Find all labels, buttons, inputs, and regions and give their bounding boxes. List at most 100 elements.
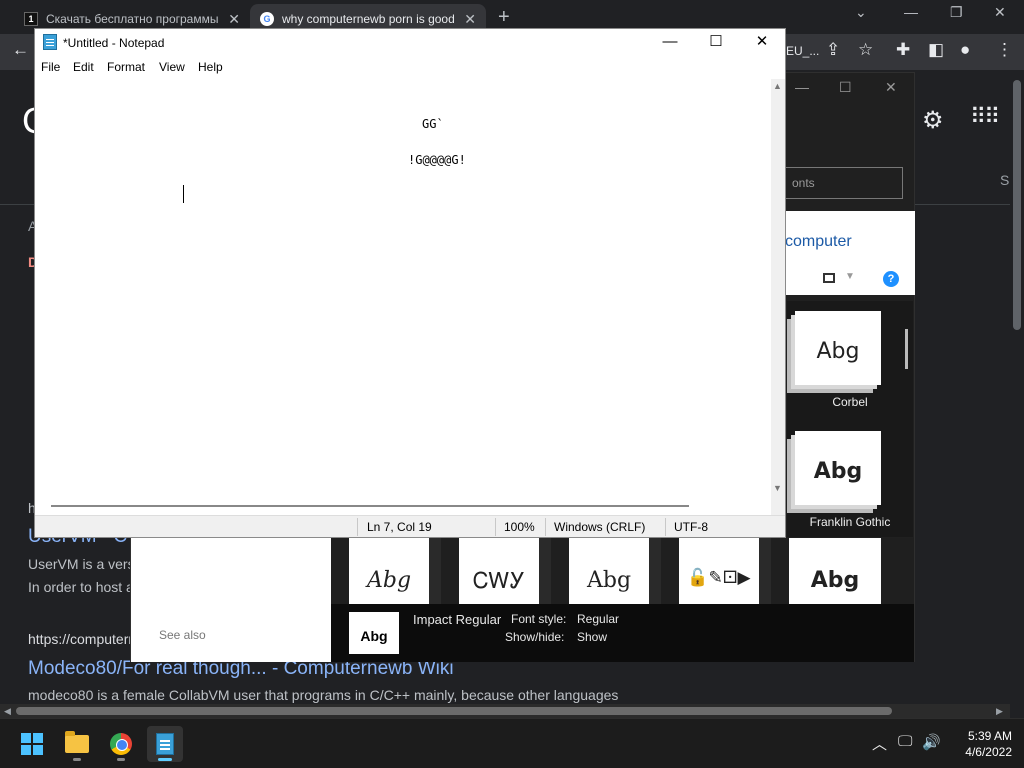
share-icon[interactable]: ⇪ [826, 40, 840, 60]
fonts-maximize-button[interactable]: ☐ [839, 79, 852, 96]
font-name: Impact Regular [413, 612, 502, 627]
notepad-taskbar-button[interactable] [147, 726, 183, 762]
font-tile-label: Corbel [832, 395, 868, 409]
view-options-icon[interactable] [823, 273, 835, 283]
vertical-scrollbar[interactable]: ▲ ▼ [771, 79, 785, 497]
font-tile-preview[interactable]: Abg [795, 311, 881, 385]
google-apps-icon[interactable]: ⠿⠿ [970, 104, 1000, 130]
font-tile-preview[interactable]: Abg [349, 538, 441, 604]
page-vertical-scrollbar[interactable] [1010, 70, 1024, 704]
font-tile-preview[interactable]: ᏟᎳᎩ [459, 538, 551, 604]
fonts-scrollbar-thumb[interactable] [905, 329, 908, 369]
menu-edit[interactable]: Edit [73, 60, 94, 74]
font-tile-preview[interactable]: 🔓✎⚀▶ [679, 538, 771, 604]
scroll-left-arrow-icon[interactable]: ◀ [4, 706, 11, 717]
text-line: GG` [422, 117, 444, 131]
scroll-right-arrow-icon[interactable]: ▶ [996, 706, 1003, 717]
chrome-taskbar-button[interactable] [103, 726, 139, 762]
result-snippet: UserVM is a vers [28, 556, 135, 572]
chrome-icon [110, 733, 132, 755]
menu-help[interactable]: Help [198, 60, 223, 74]
status-encoding: UTF-8 [674, 520, 708, 534]
settings-gear-icon[interactable]: ⚙ [922, 106, 944, 135]
system-clock[interactable]: 5:39 AM 4/6/2022 [948, 728, 1012, 760]
font-tile-preview[interactable]: Abg [789, 538, 881, 604]
window-title: *Untitled - Notepad [63, 36, 165, 50]
start-button[interactable] [14, 726, 50, 762]
menu-bar: File Edit Format View Help [35, 57, 785, 79]
status-separator [357, 518, 358, 536]
side-panel-icon[interactable]: ◧ [928, 40, 944, 60]
sign-in-fragment[interactable]: S [1000, 172, 1009, 188]
text-line: !G@@@@G! [408, 153, 466, 167]
see-also-label: See also [159, 628, 206, 642]
search-fonts-input[interactable]: onts [785, 167, 903, 199]
profile-avatar-icon[interactable]: ● [960, 40, 970, 60]
scrollbar-thumb[interactable] [16, 707, 892, 715]
tab-title: why computernewb porn is good [282, 12, 455, 26]
extensions-icon[interactable]: ✚ [896, 40, 910, 60]
fonts-close-button[interactable]: ✕ [885, 79, 897, 96]
text-caret [183, 185, 184, 203]
font-tile-column: Abg Corbel Abg Franklin Gothic [787, 301, 913, 537]
status-separator [545, 518, 546, 536]
fonts-minimize-button[interactable]: — [795, 79, 809, 95]
status-separator [665, 518, 666, 536]
menu-file[interactable]: File [41, 60, 60, 74]
back-arrow-icon[interactable]: ← [12, 40, 29, 60]
notepad-icon [156, 733, 174, 755]
fonts-header-title: computer [785, 233, 852, 250]
network-icon[interactable]: 🖵 [898, 733, 912, 750]
site-favicon-icon: 1 [24, 12, 38, 26]
font-style-value: Regular [577, 612, 620, 626]
new-tab-button[interactable]: + [498, 6, 510, 29]
minimize-button[interactable]: — [647, 29, 693, 57]
file-explorer-button[interactable] [59, 726, 95, 762]
running-indicator [73, 758, 81, 761]
show-hide-label: Show/hide: [505, 630, 565, 644]
close-tab-icon[interactable]: ✕ [464, 11, 476, 28]
status-line-ending: Windows (CRLF) [554, 520, 646, 534]
fonts-header: computer ▼ ? [785, 211, 915, 295]
folder-icon [65, 731, 89, 753]
scroll-up-arrow-icon[interactable]: ▲ [773, 81, 782, 91]
browser-close-button[interactable]: ✕ [994, 4, 1006, 21]
font-tile-preview[interactable]: Abg [569, 538, 661, 604]
page-horizontal-scrollbar[interactable]: ◀ ▶ [0, 704, 1010, 718]
clock-date: 4/6/2022 [965, 745, 1012, 759]
menu-format[interactable]: Format [107, 60, 145, 74]
notepad-titlebar[interactable]: *Untitled - Notepad — ☐ ✕ [35, 29, 785, 57]
scrollbar-thumb[interactable] [1013, 80, 1021, 330]
tab-search-chevron-icon[interactable]: ⌄ [855, 4, 867, 21]
volume-icon[interactable]: 🔊 [922, 733, 941, 751]
browser-minimize-button[interactable]: — [904, 4, 918, 20]
horizontal-scrollbar[interactable] [35, 497, 771, 515]
font-tile-row: Abg ᏟᎳᎩ Abg 🔓✎⚀▶ Abg [331, 538, 914, 604]
font-thumbnail: Abg [349, 612, 399, 654]
google-favicon-icon: G [260, 12, 274, 26]
browser-restore-button[interactable]: ❐ [950, 4, 963, 21]
scrollbar-thumb[interactable] [51, 505, 689, 507]
notepad-icon [43, 34, 57, 50]
maximize-button[interactable]: ☐ [693, 29, 739, 57]
tab-title: Скачать бесплатно программы [46, 12, 219, 26]
chrome-menu-icon[interactable]: ⋮ [996, 40, 1013, 60]
taskbar: ︿ 🖵 🔊 5:39 AM 4/6/2022 [0, 718, 1024, 768]
clock-time: 5:39 AM [967, 729, 1012, 743]
scroll-down-arrow-icon[interactable]: ▼ [773, 483, 782, 493]
chevron-down-icon[interactable]: ▼ [845, 271, 855, 282]
show-hidden-icons-chevron-icon[interactable]: ︿ [872, 733, 887, 754]
bookmark-star-icon[interactable]: ☆ [858, 40, 873, 60]
status-separator [495, 518, 496, 536]
status-bar: Ln 7, Col 19 100% Windows (CRLF) UTF-8 [35, 515, 785, 537]
address-bar-fragment[interactable]: EU_... [786, 44, 819, 58]
close-tab-icon[interactable]: ✕ [228, 11, 240, 28]
result-url: https://computern [28, 631, 137, 647]
result-snippet: In order to host a [28, 579, 134, 595]
menu-view[interactable]: View [159, 60, 185, 74]
close-button[interactable]: ✕ [739, 29, 785, 57]
help-icon[interactable]: ? [883, 271, 899, 287]
text-editor-area[interactable]: GG` !G@@@@G! [35, 79, 771, 497]
fonts-navigation-pane: See also [131, 538, 331, 662]
font-tile-preview[interactable]: Abg [795, 431, 881, 505]
